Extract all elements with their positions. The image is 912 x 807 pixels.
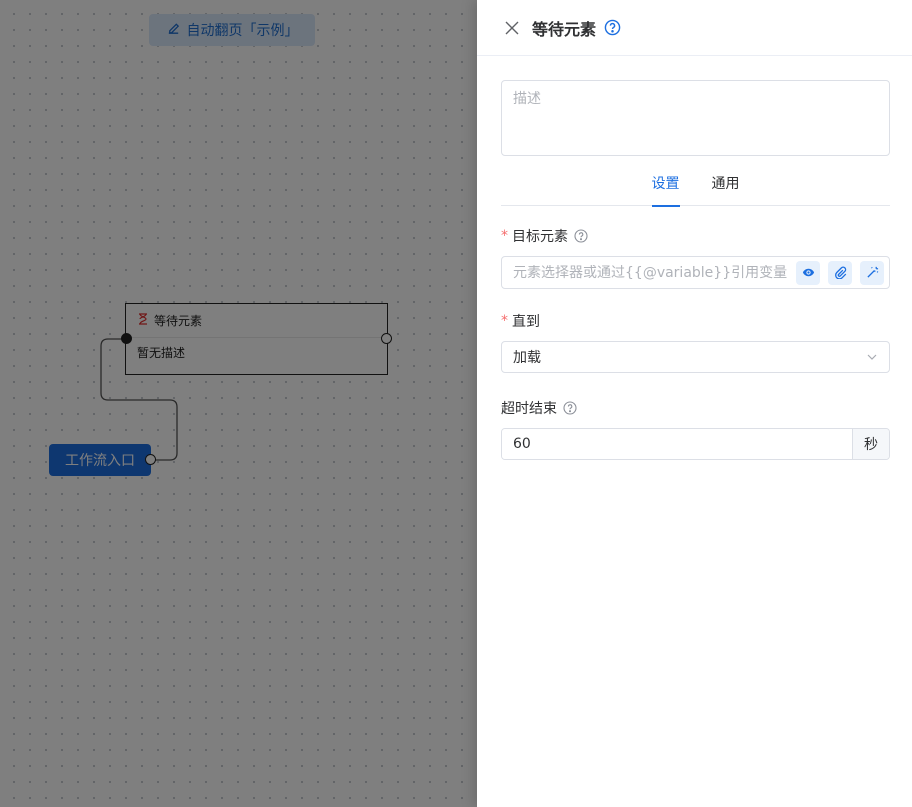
tab-general[interactable]: 通用 [712, 172, 740, 206]
preview-element-button[interactable] [796, 260, 820, 285]
timeout-label: 超时结束 [501, 401, 557, 417]
tab-settings[interactable]: 设置 [651, 172, 680, 207]
until-label-row: * 直到 [501, 311, 890, 331]
eye-icon [802, 268, 814, 277]
timeout-field: 超时结束 秒 [501, 398, 890, 460]
required-marker: * [501, 313, 508, 329]
target-element-label: 目标元素 [512, 229, 568, 245]
until-selected-value: 加载 [513, 350, 541, 366]
question-icon[interactable] [563, 401, 577, 415]
timeout-label-row: 超时结束 [501, 398, 890, 418]
target-element-input[interactable] [513, 264, 788, 281]
timeout-input-wrap: 秒 [501, 428, 890, 460]
target-element-input-wrap [501, 256, 890, 289]
tab-bar: 设置 通用 [501, 172, 890, 207]
required-marker: * [501, 228, 508, 244]
drawer-header: 等待元素 [477, 0, 912, 56]
question-icon[interactable] [574, 229, 588, 243]
timeout-input[interactable] [502, 429, 852, 459]
magic-wand-icon [866, 266, 878, 278]
chevron-down-icon [867, 354, 877, 360]
drawer-title: 等待元素 [532, 19, 597, 39]
until-label: 直到 [512, 314, 540, 330]
help-circle-icon[interactable] [604, 19, 621, 36]
target-element-field: * 目标元素 [501, 226, 890, 289]
until-field: * 直到 加载 [501, 311, 890, 373]
paperclip-icon [834, 266, 846, 279]
description-textarea[interactable] [501, 80, 890, 156]
until-select[interactable]: 加载 [501, 341, 890, 373]
target-element-label-row: * 目标元素 [501, 226, 890, 246]
pick-element-button[interactable] [860, 260, 884, 285]
attach-button[interactable] [828, 260, 852, 285]
close-icon [505, 21, 519, 34]
settings-drawer: 等待元素 设置 通用 * 目标元素 [477, 0, 912, 807]
close-button[interactable] [503, 19, 521, 37]
timeout-unit: 秒 [852, 429, 889, 459]
